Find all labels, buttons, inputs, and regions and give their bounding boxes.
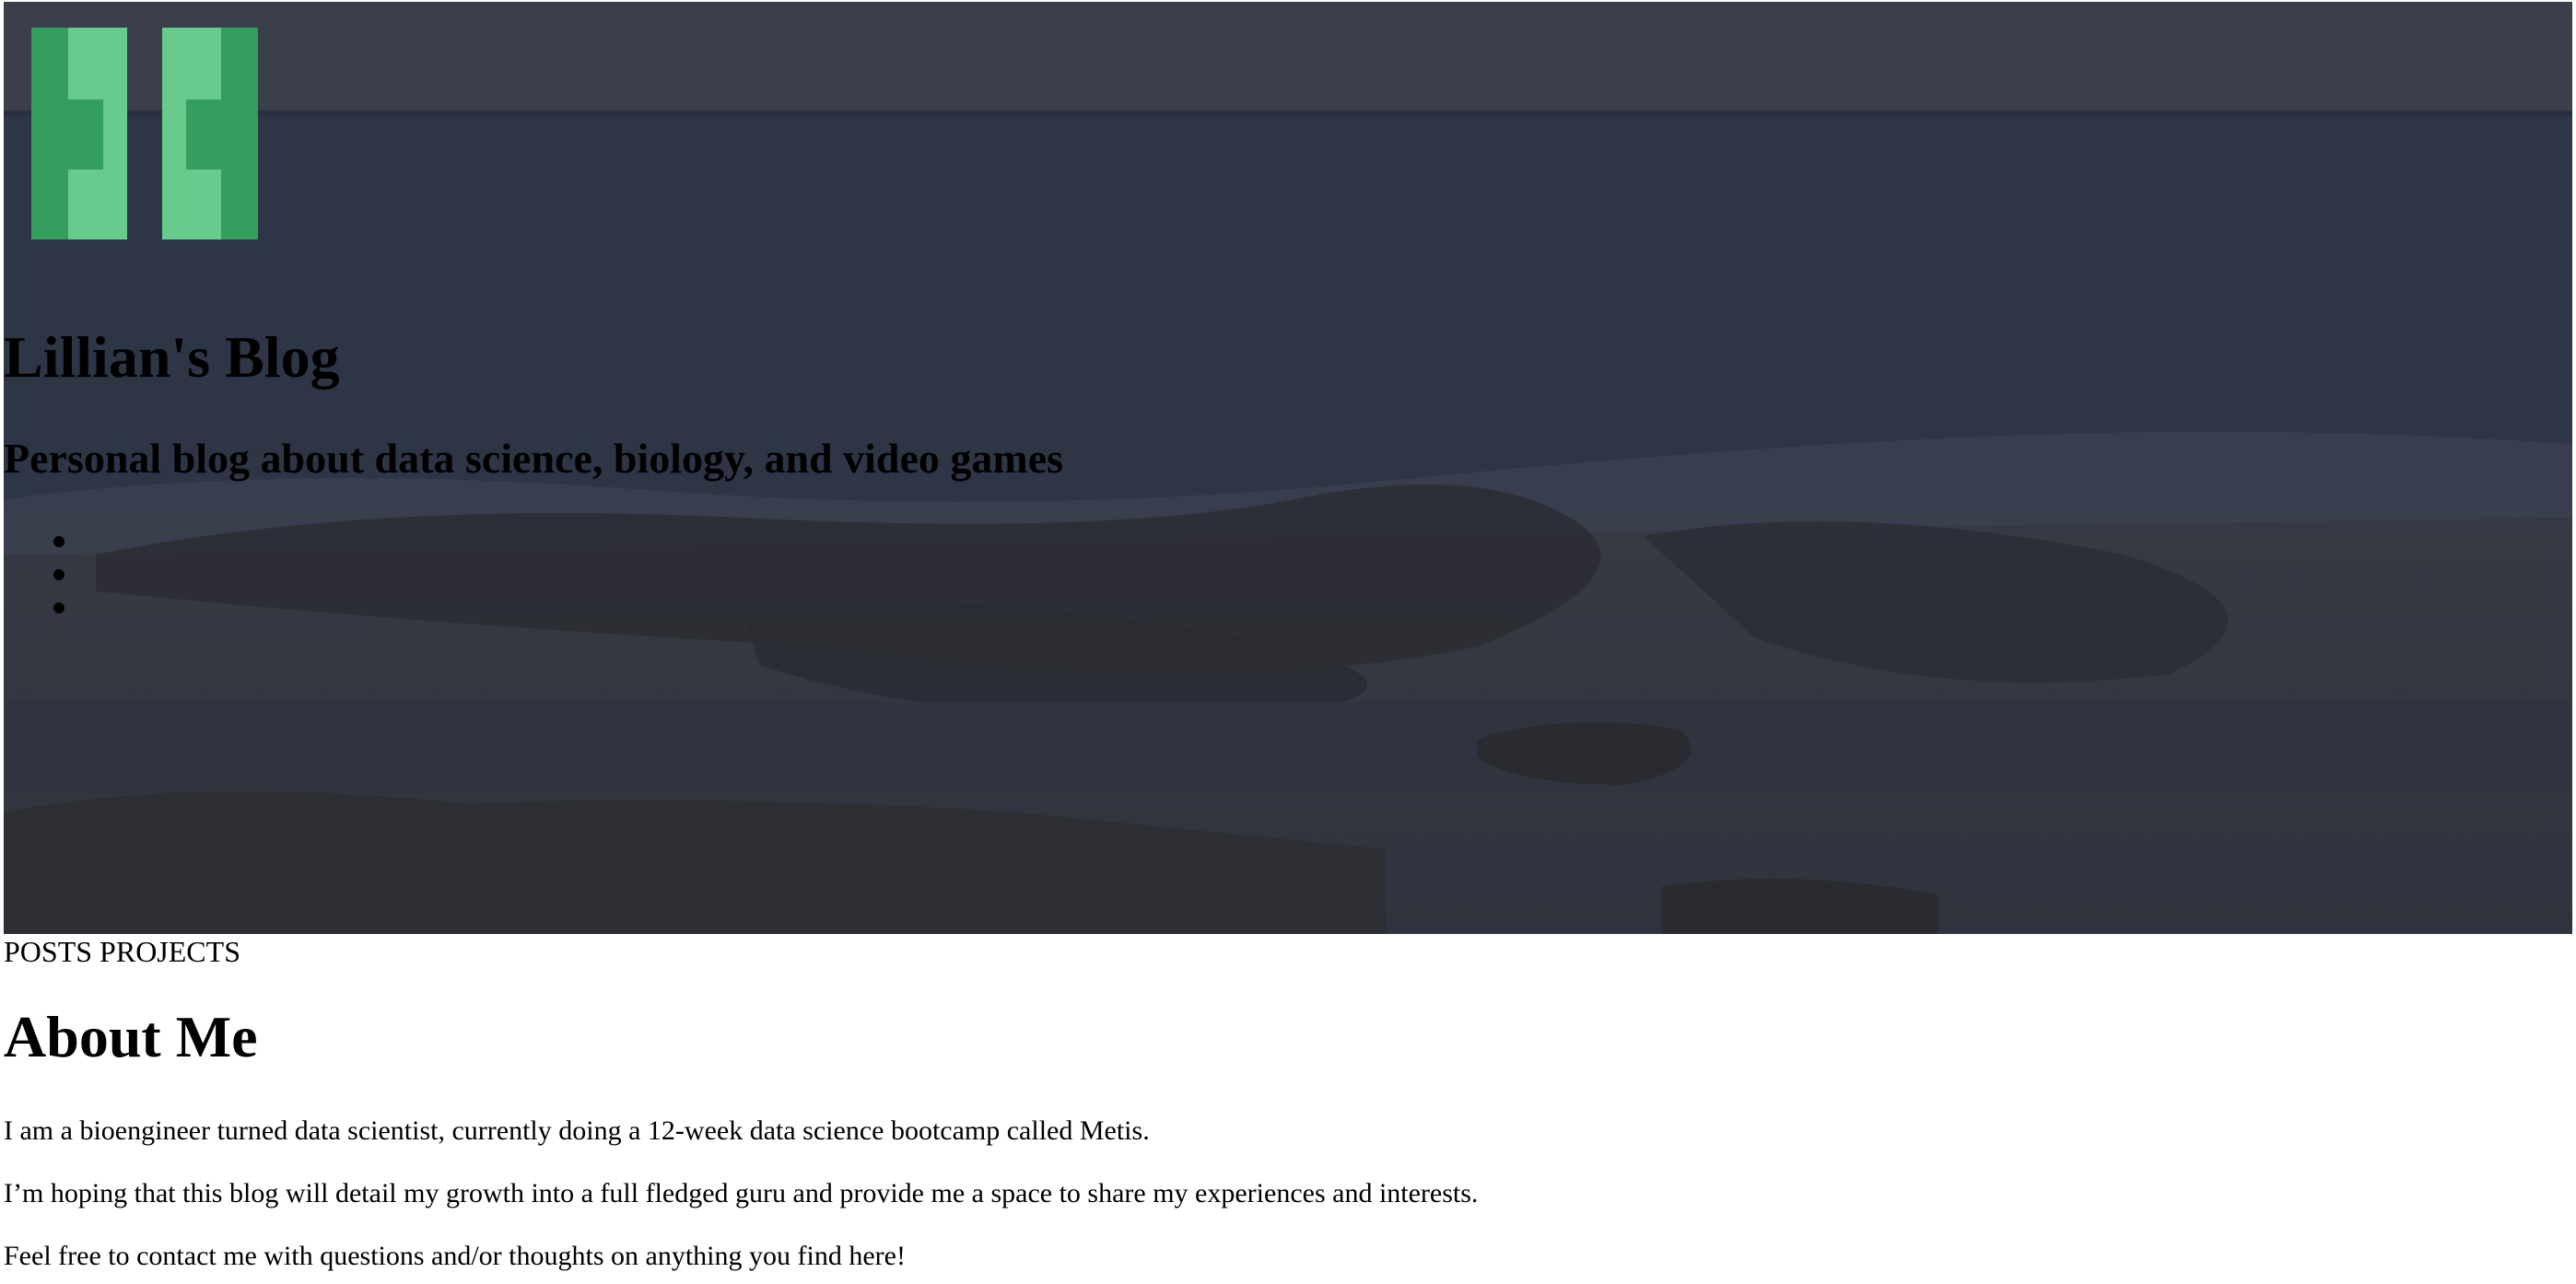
main-nav: POSTS PROJECTS	[4, 932, 240, 971]
about-paragraph: I am a bioengineer turned data scientist…	[4, 1115, 1150, 1146]
hero-header: Lillian's Blog Personal blog about data …	[4, 2, 2572, 934]
nav-link-projects[interactable]: PROJECTS	[100, 935, 240, 968]
double-bracket-logo-icon[interactable]	[31, 28, 258, 239]
about-paragraph: Feel free to contact me with questions a…	[4, 1241, 906, 1271]
site-subtitle: Personal blog about data science, biolog…	[4, 435, 1064, 482]
page: Lillian's Blog Personal blog about data …	[0, 0, 2576, 1284]
nav-link-posts[interactable]: POSTS	[4, 935, 92, 968]
about-paragraph: I’m hoping that this blog will detail my…	[4, 1178, 1479, 1208]
about-heading: About Me	[4, 1004, 258, 1069]
site-title[interactable]: Lillian's Blog	[4, 321, 340, 394]
